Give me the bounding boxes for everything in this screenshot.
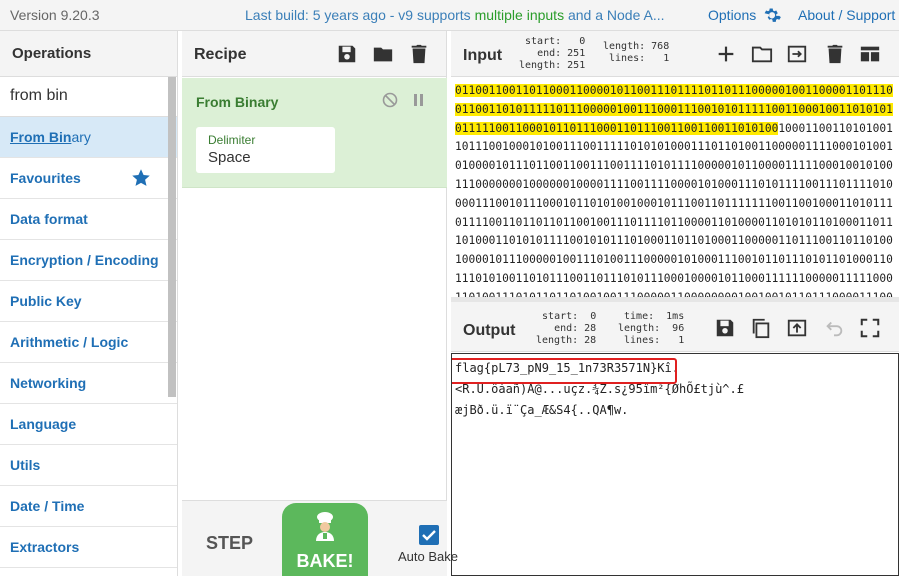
- flag-highlight-box: [452, 358, 677, 384]
- build-text-suffix: and a Node A...: [564, 7, 665, 23]
- chef-icon: [316, 512, 334, 541]
- category-label: Favourites: [10, 170, 81, 186]
- recipe-operation-from-binary[interactable]: From Binary Delimiter Space: [182, 78, 447, 188]
- recipe-operation-name: From Binary: [196, 94, 279, 110]
- category-public-key[interactable]: Public Key: [0, 281, 177, 322]
- undo-icon[interactable]: [823, 317, 845, 339]
- category-language[interactable]: Language: [0, 404, 177, 445]
- input-panel: Input start: 0 end: 251 length: 251 leng…: [451, 31, 899, 297]
- operations-search-input[interactable]: from bin: [0, 77, 177, 117]
- operations-panel: Operations from bin From Binary Favourit…: [0, 31, 178, 576]
- auto-bake-checkbox[interactable]: [419, 525, 439, 545]
- auto-bake-label: Auto Bake: [398, 549, 458, 564]
- delimiter-select[interactable]: Delimiter Space: [196, 127, 335, 173]
- input-rest: 1000110011010100110111001000101001110011…: [455, 121, 893, 297]
- checkmark-icon: [422, 530, 436, 541]
- step-button[interactable]: STEP: [206, 533, 253, 554]
- search-result-from-binary[interactable]: From Binary: [0, 117, 177, 158]
- category-arithmetic-logic[interactable]: Arithmetic / Logic: [0, 322, 177, 363]
- category-label: Public Key: [10, 293, 82, 309]
- bake-button[interactable]: BAKE!: [282, 503, 368, 576]
- top-bar: Version 9.20.3 Last build: 5 years ago -…: [0, 0, 899, 31]
- delimiter-value: Space: [208, 149, 251, 166]
- build-banner[interactable]: Last build: 5 years ago - v9 supports mu…: [245, 7, 665, 23]
- operations-title: Operations: [0, 31, 177, 77]
- output-textarea[interactable]: flag{pL73_pN9_15_1n73R3571N}Kî. <R.U.öáañ…: [451, 353, 899, 576]
- output-selection-stats: start: 0 end: 28 length: 28: [536, 311, 597, 346]
- category-label: Date / Time: [10, 498, 85, 514]
- folder-icon[interactable]: [372, 43, 394, 65]
- category-label: Utils: [10, 457, 41, 473]
- star-icon: [132, 169, 150, 186]
- recipe-title: Recipe: [194, 46, 247, 63]
- output-time-stats: time: 1ms length: 96 lines: 1: [618, 311, 685, 346]
- output-header: Output start: 0 end: 28 length: 28 time:…: [451, 302, 899, 352]
- output-line-1: flag{pL73_pN9_15_1n73R3571N}Kî.: [452, 358, 895, 384]
- operations-scrollbar[interactable]: [168, 77, 176, 397]
- category-label: Arithmetic / Logic: [10, 334, 129, 350]
- build-text-prefix: Last build: 5 years ago - v9 supports: [245, 7, 475, 23]
- delimiter-label: Delimiter: [208, 133, 256, 147]
- category-data-format[interactable]: Data format: [0, 199, 177, 240]
- gear-icon[interactable]: [762, 6, 782, 26]
- options-link[interactable]: Options: [708, 7, 756, 23]
- input-selection-stats: start: 0 end: 251 length: 251: [519, 36, 586, 71]
- about-support-link[interactable]: About / Support: [798, 7, 895, 23]
- output-panel: Output start: 0 end: 28 length: 28 time:…: [451, 302, 899, 576]
- input-length-stats: length: 768 lines: 1: [603, 41, 670, 64]
- category-label: Extractors: [10, 539, 80, 555]
- category-extractors[interactable]: Extractors: [0, 527, 177, 568]
- trash-icon[interactable]: [824, 43, 846, 65]
- category-label: Data format: [10, 211, 88, 227]
- category-utils[interactable]: Utils: [0, 445, 177, 486]
- disable-icon[interactable]: [382, 92, 398, 108]
- build-text-highlight: multiple inputs: [474, 7, 565, 23]
- search-result-rest: ary: [71, 129, 91, 145]
- output-title: Output: [463, 322, 516, 339]
- import-file-icon[interactable]: [786, 43, 808, 65]
- category-label: Networking: [10, 375, 87, 391]
- pause-icon[interactable]: [413, 93, 425, 107]
- category-label: Encryption / Encoding: [10, 252, 159, 268]
- add-icon[interactable]: [715, 43, 737, 65]
- recipe-controls: STEP BAKE! Auto Bake: [182, 500, 458, 576]
- search-result-match: From Bin: [10, 129, 72, 145]
- maximise-icon[interactable]: [859, 317, 881, 339]
- layout-icon[interactable]: [859, 43, 881, 65]
- input-title: Input: [463, 47, 503, 64]
- save-icon[interactable]: [336, 43, 358, 65]
- recipe-header: Recipe: [182, 31, 446, 77]
- trash-icon[interactable]: [408, 43, 430, 65]
- version-label: Version 9.20.3: [10, 7, 100, 23]
- operations-list: From Binary Favourites Data format Encry…: [0, 117, 177, 568]
- category-favourites[interactable]: Favourites: [0, 158, 177, 199]
- input-textarea[interactable]: 0110011001101100011000010110011101111011…: [451, 78, 899, 297]
- bake-label: BAKE!: [296, 551, 354, 571]
- open-folder-icon[interactable]: [751, 43, 773, 65]
- input-header: Input start: 0 end: 251 length: 251 leng…: [451, 31, 899, 77]
- category-label: Language: [10, 416, 77, 432]
- category-networking[interactable]: Networking: [0, 363, 177, 404]
- category-date-time[interactable]: Date / Time: [0, 486, 177, 527]
- category-encryption-encoding[interactable]: Encryption / Encoding: [0, 240, 177, 281]
- save-icon[interactable]: [714, 317, 736, 339]
- recipe-panel: Recipe From Binary Delimiter Space STEP …: [182, 31, 458, 576]
- output-line-3: æjBð.ü.ï¨Ça_Æ&S4{..QA¶w.: [455, 403, 629, 417]
- replace-input-icon[interactable]: [786, 317, 808, 339]
- copy-icon[interactable]: [750, 317, 772, 339]
